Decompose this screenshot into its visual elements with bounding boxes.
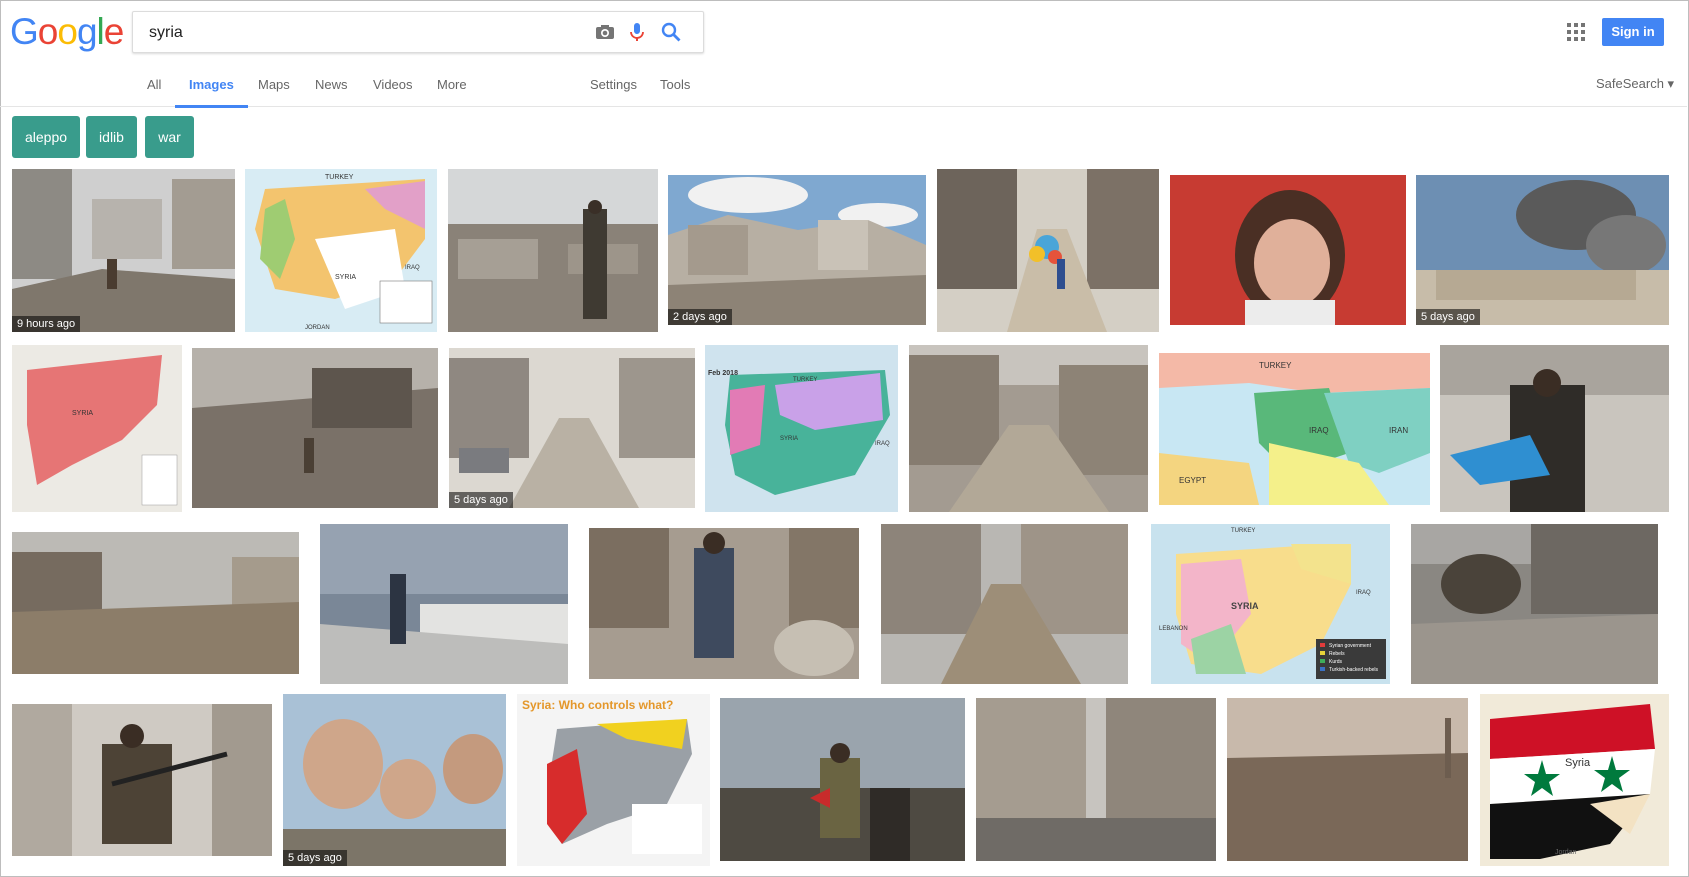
map-label: IRAN: [1389, 426, 1408, 435]
map-label: Syria: [1565, 757, 1591, 769]
image-result[interactable]: [720, 698, 965, 861]
image-result[interactable]: 5 days ago: [449, 348, 695, 508]
map-headline: Syria: Who controls what?: [522, 698, 673, 712]
camera-icon[interactable]: [594, 21, 616, 43]
google-logo[interactable]: Google: [10, 11, 125, 52]
map-label: TURKEY: [325, 174, 354, 181]
tab-more[interactable]: More: [437, 77, 467, 105]
logo-letter-6: e: [103, 11, 125, 52]
map-label: IRAQ: [1309, 426, 1329, 435]
image-result[interactable]: SYRIA: [12, 345, 182, 512]
image-result[interactable]: [12, 532, 299, 674]
tab-all[interactable]: All: [147, 77, 161, 105]
map-label: SYRIA: [1231, 601, 1259, 611]
map-label: TURKEY: [1259, 361, 1292, 370]
legend-entry: Kurds: [1329, 659, 1343, 665]
image-timestamp: 9 hours ago: [12, 316, 81, 332]
image-timestamp: 2 days ago: [668, 309, 732, 325]
microphone-icon[interactable]: [626, 21, 648, 43]
search-input[interactable]: [147, 21, 581, 45]
image-result[interactable]: [976, 698, 1216, 861]
image-result[interactable]: TURKEY SYRIA IRAQ LEBANON Syrian governm…: [1151, 524, 1390, 684]
image-result[interactable]: Syria: Who controls what?: [517, 694, 710, 866]
map-label: SYRIA: [335, 274, 356, 281]
image-result[interactable]: [448, 169, 658, 332]
safesearch-dropdown[interactable]: SafeSearch ▾: [1596, 76, 1674, 92]
legend-entry: Rebels: [1329, 651, 1345, 657]
image-timestamp: 5 days ago: [1416, 309, 1480, 325]
search-icon[interactable]: [660, 21, 682, 43]
logo-letter-1: G: [10, 11, 39, 52]
image-result[interactable]: 5 days ago: [1416, 175, 1669, 325]
image-timestamp: 5 days ago: [449, 492, 513, 508]
tab-maps[interactable]: Maps: [258, 77, 290, 105]
logo-letter-2: o: [37, 11, 59, 52]
legend-entry: Turkish-backed rebels: [1329, 667, 1379, 673]
image-result[interactable]: Syria Jordan: [1480, 694, 1669, 866]
tab-tools[interactable]: Tools: [660, 77, 690, 105]
map-label: LEBANON: [1159, 626, 1188, 632]
legend-entry: Syrian government: [1329, 643, 1372, 649]
image-result[interactable]: 2 days ago: [668, 175, 926, 325]
map-label: SYRIA: [72, 410, 93, 417]
image-result[interactable]: [589, 528, 859, 679]
image-result[interactable]: [1411, 524, 1658, 684]
apps-grid-icon[interactable]: [1567, 23, 1585, 41]
map-label: Jordan: [1555, 849, 1577, 856]
tab-settings[interactable]: Settings: [590, 77, 637, 105]
image-timestamp: 5 days ago: [283, 850, 347, 866]
logo-letter-5: l: [96, 11, 105, 52]
search-tabs: All Images Maps News Videos More Setting…: [0, 70, 1687, 108]
image-result[interactable]: TURKEY SYRIA IRAQ JORDAN: [245, 169, 437, 332]
image-result[interactable]: [909, 345, 1148, 512]
map-label: IRAQ: [405, 265, 420, 271]
map-label: EGYPT: [1179, 476, 1206, 485]
image-result[interactable]: 5 days ago: [283, 694, 506, 866]
chip-aleppo[interactable]: aleppo: [12, 116, 80, 158]
image-result[interactable]: [192, 348, 438, 508]
tab-news[interactable]: News: [315, 77, 348, 105]
search-box: [132, 11, 704, 53]
map-label: SYRIA: [780, 436, 798, 442]
map-label: JORDAN: [305, 325, 330, 331]
chip-idlib[interactable]: idlib: [86, 116, 137, 158]
map-label: IRAQ: [875, 441, 890, 447]
logo-letter-4: g: [76, 11, 98, 52]
tab-videos[interactable]: Videos: [373, 77, 413, 105]
image-result[interactable]: 9 hours ago: [12, 169, 235, 332]
map-label: TURKEY: [1231, 528, 1255, 534]
chip-war[interactable]: war: [145, 116, 194, 158]
sign-in-button[interactable]: Sign in: [1602, 18, 1664, 46]
image-result[interactable]: [1440, 345, 1669, 512]
image-result[interactable]: [1170, 175, 1406, 325]
image-result[interactable]: [320, 524, 568, 684]
image-result[interactable]: [1227, 698, 1468, 861]
map-label: TURKEY: [793, 377, 817, 383]
image-result[interactable]: [12, 704, 272, 856]
image-result[interactable]: [881, 524, 1128, 684]
tab-images[interactable]: Images: [175, 77, 248, 108]
image-result[interactable]: TURKEY IRAQ IRAN EGYPT: [1159, 353, 1430, 505]
logo-letter-3: o: [57, 11, 78, 52]
map-label: IRAQ: [1356, 590, 1371, 596]
map-label: Feb 2018: [708, 370, 738, 377]
image-result[interactable]: [937, 169, 1159, 332]
image-result[interactable]: Feb 2018 TURKEY SYRIA IRAQ: [705, 345, 898, 512]
